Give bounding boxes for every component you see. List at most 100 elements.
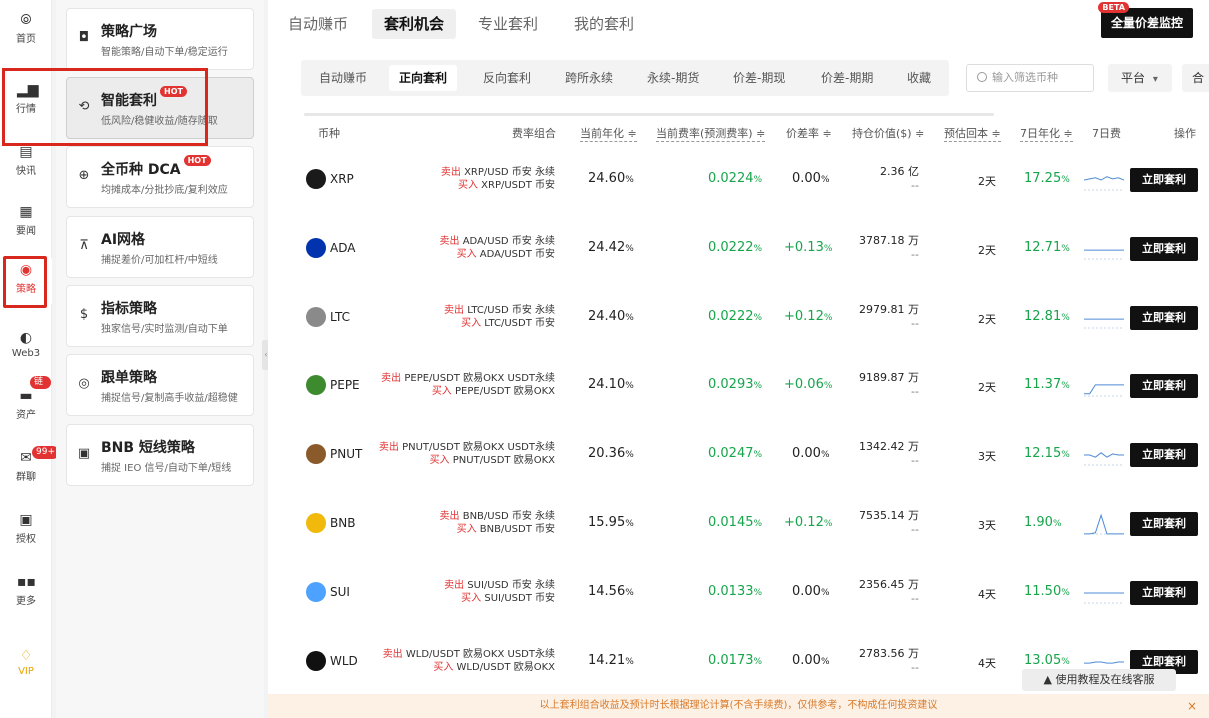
subtab-spread-spot-futures[interactable]: 价差-期现 — [723, 65, 795, 91]
buy-leg: ADA/USDT 币安 — [479, 249, 555, 260]
rail-item-more[interactable]: ▪▪ 更多 — [0, 570, 52, 616]
coin-filter-input[interactable]: 输入筛选币种 — [966, 64, 1094, 92]
current-rate: 0.0293% — [708, 377, 763, 392]
col-payback[interactable]: 预估回本 ≑ — [944, 125, 1001, 142]
spread-rate: +0.12% — [784, 515, 833, 530]
strategy-desc: 独家信号/实时监测/自动下单 — [101, 324, 228, 335]
payback-days: 3天 — [978, 450, 996, 463]
tab-arbitrage-opportunity[interactable]: 套利机会 — [372, 9, 457, 39]
sell-leg: PEPE/USDT 欧易OKX USDT永续 — [404, 373, 555, 384]
col-annual7[interactable]: 7日年化 ≑ — [1020, 125, 1073, 142]
indicator-icon: $ — [79, 307, 89, 322]
sell-leg: WLD/USDT 欧易OKX USDT永续 — [405, 649, 555, 660]
subtab-perp-futures[interactable]: 永续-期货 — [637, 65, 709, 91]
arbitrage-now-button[interactable]: 立即套利 — [1130, 237, 1198, 261]
sparkline-series — [1084, 384, 1124, 395]
tab-pro-arbitrage[interactable]: 专业套利 — [466, 9, 550, 39]
strategy-desc: 均摊成本/分批抄底/复利效应 — [101, 185, 228, 196]
strategy-card-indicator[interactable]: $ 指标策略 独家信号/实时监测/自动下单 — [66, 285, 254, 347]
hold-value: 1342.42 万 -- — [859, 440, 919, 467]
rate-combo: 卖出 WLD/USDT 欧易OKX USDT永续 买入 WLD/USDT 欧易OK… — [383, 648, 555, 674]
hold-value: 7535.14 万 -- — [859, 509, 919, 536]
strategy-title: 全币种 DCAHOT — [101, 155, 211, 179]
current-rate: 0.0145% — [708, 515, 763, 530]
sell-tag: 卖出 — [382, 649, 403, 660]
rail-item-assets[interactable]: ▬ 资产 — [0, 384, 52, 430]
strategy-card-bnb-short[interactable]: ▣ BNB 短线策略 捕捉 IEO 信号/自动下单/短线 — [66, 424, 254, 486]
current-annual: 14.56% — [588, 584, 634, 599]
strategy-card-square-bot[interactable]: ◘ 策略广场 智能策略/自动下单/稳定运行 — [66, 8, 254, 70]
merge-label: 合 — [1192, 71, 1205, 85]
buy-leg: LTC/USDT 币安 — [484, 318, 555, 329]
arbitrage-now-button[interactable]: 立即套利 — [1130, 581, 1198, 605]
sell-leg: LTC/USD 币安 永续 — [467, 305, 555, 316]
subtab-spread-futures-futures[interactable]: 价差-期期 — [811, 65, 883, 91]
table-row: SUI 卖出 SUI/USD 币安 永续 买入 SUI/USDT 币安 14.56% 0… — [268, 558, 1209, 627]
buy-tag: 买入 — [433, 662, 454, 673]
rail-item-vip[interactable]: ♢ VIP — [0, 644, 52, 690]
table-row: PEPE 卖出 PEPE/USDT 欧易OKX USDT永续 买入 PEPE/USD… — [268, 351, 1209, 420]
annual-7d: 12.71% — [1024, 240, 1070, 255]
buy-tag: 买入 — [456, 524, 477, 535]
more-icon: ▪▪ — [17, 574, 36, 590]
table-header: 币种 费率组合 当前年化 ≑ 当前费率(预测费率) ≑ 价差率 ≑ 持仓价值($… — [268, 122, 1209, 142]
subtab-auto-earn[interactable]: 自动赚币 — [309, 65, 377, 91]
col-spread[interactable]: 价差率 ≑ — [786, 125, 832, 141]
table-row: BNB 卖出 BNB/USD 币安 永续 买入 BNB/USDT 币安 15.95% 0… — [268, 489, 1209, 558]
rail-item-news-flash[interactable]: ▤ 快讯 — [0, 140, 52, 186]
rail-item-home[interactable]: ⦾ 首页 — [0, 8, 52, 54]
table-row: LTC 卖出 LTC/USD 币安 永续 买入 LTC/USDT 币安 24.40% 0… — [268, 283, 1209, 352]
spread-rate: 0.00% — [792, 584, 830, 599]
spread-rate: 0.00% — [792, 446, 830, 461]
strategy-card-dca[interactable]: ⊕ 全币种 DCAHOT 均摊成本/分批抄底/复利效应 — [66, 146, 254, 208]
rail-item-web3[interactable]: ◐ Web3 — [0, 326, 52, 372]
fee-7d-sparkline — [1084, 176, 1124, 191]
buy-leg: SUI/USDT 币安 — [484, 593, 555, 604]
tab-my-arbitrage[interactable]: 我的套利 — [562, 9, 646, 39]
rail-item-news[interactable]: ▦ 要闻 — [0, 200, 52, 246]
arbitrage-now-button[interactable]: 立即套利 — [1130, 374, 1198, 398]
fee-7d-sparkline — [1084, 318, 1124, 329]
vip-icon: ♢ — [19, 648, 33, 664]
chevron-down-icon: ▾ — [1152, 74, 1158, 85]
subtab-reverse-arbitrage[interactable]: 反向套利 — [473, 65, 541, 91]
rail-label: 群聊 — [16, 472, 36, 483]
current-annual: 14.21% — [588, 653, 634, 668]
current-annual: 24.60% — [588, 171, 634, 186]
close-icon[interactable]: × — [1187, 694, 1197, 718]
arbitrage-now-button[interactable]: 立即套利 — [1130, 512, 1198, 536]
payback-days: 2天 — [978, 244, 996, 257]
rail-item-auth[interactable]: ▣ 授权 — [0, 508, 52, 554]
buy-tag: 买入 — [461, 593, 482, 604]
platform-dropdown[interactable]: 平台 ▾ — [1108, 64, 1172, 92]
tab-auto-earn[interactable]: 自动赚币 — [276, 9, 360, 39]
buy-tag: 买入 — [456, 249, 477, 260]
sell-tag: 卖出 — [444, 580, 465, 591]
arbitrage-now-button[interactable]: 立即套利 — [1130, 168, 1198, 192]
merge-dropdown[interactable]: 合 — [1182, 64, 1209, 92]
subtab-positive-arbitrage[interactable]: 正向套利 — [389, 65, 458, 91]
platform-label: 平台 — [1121, 71, 1146, 85]
subtab-cross-exchange-perp[interactable]: 跨所永续 — [555, 65, 623, 91]
annual-7d: 11.37% — [1024, 377, 1070, 392]
sparkline-series — [1084, 176, 1124, 181]
smart-arbitrage-highlight — [2, 68, 208, 146]
news-icon: ▦ — [19, 204, 33, 220]
coin-logo-icon — [306, 375, 326, 395]
col-coin: 币种 — [318, 127, 340, 140]
help-and-support-button[interactable]: ▲ 使用教程及在线客服 — [1022, 669, 1176, 691]
table-row: XRP 卖出 XRP/USD 币安 永续 买入 XRP/USDT 币安 24.60% 0… — [268, 145, 1209, 214]
current-annual: 24.42% — [588, 240, 634, 255]
col-annual[interactable]: 当前年化 ≑ — [580, 125, 637, 142]
arbitrage-now-button[interactable]: 立即套利 — [1130, 306, 1198, 330]
col-hold[interactable]: 持仓价值($) ≑ — [852, 125, 924, 141]
subtab-favorites[interactable]: 收藏 — [897, 65, 941, 91]
arbitrage-now-button[interactable]: 立即套利 — [1130, 443, 1198, 467]
hold-value: 2356.45 万 -- — [859, 578, 919, 605]
strategy-card-copy-trade[interactable]: ◎ 跟单策略 捕捉信号/复制高手收益/超稳健 — [66, 354, 254, 416]
col-fee7: 7日费 — [1092, 127, 1121, 140]
sub-tab-scrollbar[interactable] — [304, 113, 994, 116]
coin-logo-icon — [306, 169, 326, 189]
strategy-card-grid[interactable]: ⊼ AI网格 捕捉差价/可加杠杆/中短线 — [66, 216, 254, 278]
col-rate[interactable]: 当前费率(预测费率) ≑ — [656, 125, 766, 142]
